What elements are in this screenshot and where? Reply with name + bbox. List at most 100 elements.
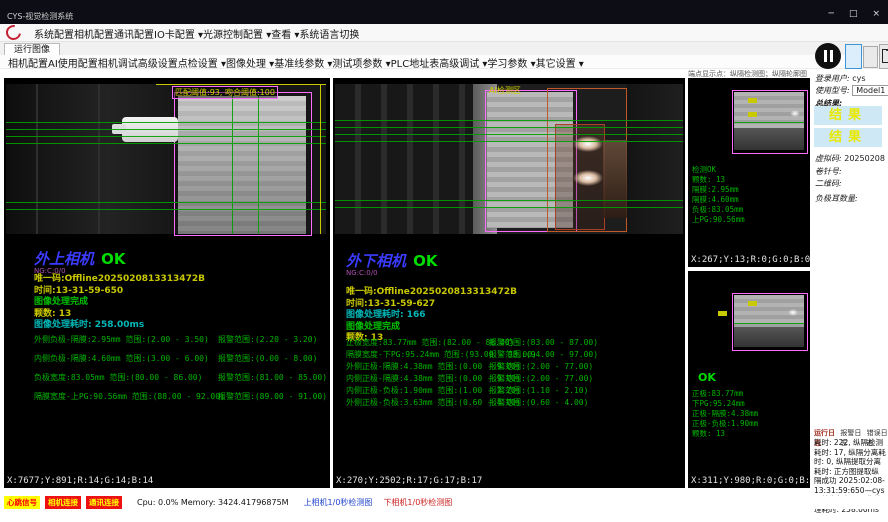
- alarm-range: 报警范围:(0.00 - 8.00): [218, 353, 317, 364]
- aux-result-line: 隔膜:2.95mm: [692, 185, 745, 195]
- measurement-value: 隔膜宽度-上PG:90.56mm 范围:(88.00 - 92.00): [34, 392, 225, 401]
- measure-line-green: [335, 207, 683, 208]
- camera-image-upper[interactable]: 匹配阈值:93, 吻合阈值:100: [6, 84, 326, 234]
- alarm-range: 报警范围:(2.00 - 77.00): [489, 361, 593, 372]
- measurement-row: 正极宽度:83.77mm 范围:(82.00 - 88.00) 报警范围:(83…: [346, 337, 676, 349]
- upper-camera-rate: 上相机1/0秒检测图: [304, 497, 373, 508]
- close-button[interactable]: ×: [872, 9, 880, 19]
- aux-result-line: 颗数: 13: [692, 175, 745, 185]
- measurement-row: 内侧正极-负极:1.90mm 范围:(1.00 - 2.20) 报警范围:(1.…: [346, 385, 676, 397]
- measure-line-green: [335, 120, 683, 121]
- measure-line-green-vertical: [258, 96, 259, 234]
- result-info-line: 时间:13-31-59-627: [346, 299, 517, 311]
- measure-line-green: [335, 134, 683, 135]
- app-logo-icon: [3, 22, 24, 43]
- toolbar-item[interactable]: 测试项参数 ▾: [332, 59, 390, 70]
- login-user-value: cys: [852, 74, 865, 83]
- toolbar-item[interactable]: 其它设置 ▾: [536, 59, 584, 70]
- model-label: 使用型号:: [815, 86, 850, 95]
- menu-bar: 系统配置相机配置通讯配置IO卡配置 ▾光源控制配置 ▾查看 ▾系统语言切换: [0, 24, 888, 42]
- aux-status-ok: OK: [698, 371, 716, 384]
- result-info-line: 颗数: 13: [34, 309, 205, 321]
- aux-view-bottom[interactable]: OK 正极:83.77mm下PG:95.24mm正极-隔膜:4.38mm正极-负…: [688, 271, 810, 488]
- camera-view-lower[interactable]: AI检测区 外下相机 OK NG:C:0/0 唯一码:Offline202502…: [333, 78, 685, 488]
- toolbar-item[interactable]: AI使用配置: [48, 59, 98, 70]
- measurement-value: 内侧负极-隔膜:4.60mm 范围:(3.00 - 6.00): [34, 354, 209, 363]
- result-info-line: 图像处理耗时: 166: [346, 310, 517, 322]
- alarm-range: 报警范围:(1.10 - 2.10): [489, 385, 588, 396]
- menu-item[interactable]: 查看 ▾: [271, 30, 299, 41]
- camera-image-lower[interactable]: AI检测区: [335, 84, 683, 234]
- measure-line-green: [6, 129, 326, 130]
- toolbar-item[interactable]: 点检设置 ▾: [178, 59, 226, 70]
- aux-result-line: 负极:83.05mm: [692, 205, 745, 215]
- minimize-button[interactable]: ─: [829, 9, 834, 19]
- pause-button[interactable]: [815, 43, 841, 69]
- aux-result-line: 下PG:95.24mm: [692, 399, 758, 409]
- aux-view-top[interactable]: 检测OK颗数: 13隔膜:2.95mm隔膜:4.60mm负极:83.05mm上P…: [688, 78, 810, 267]
- window-title: CYS-视觉检测系统: [7, 11, 73, 22]
- qr-code-label: 二维码:: [815, 179, 842, 188]
- alarm-range: 报警范围:(0.60 - 4.00): [489, 397, 588, 408]
- toolbar-item[interactable]: 图像处理 ▾: [226, 59, 274, 70]
- aux-result-line: 隔膜:4.60mm: [692, 195, 745, 205]
- aux-result-line: 上PG:90.56mm: [692, 215, 745, 225]
- menu-item[interactable]: IO卡配置 ▾: [154, 30, 203, 41]
- overlay-tag-yellow: [748, 98, 757, 103]
- toolbar-item[interactable]: 基准线参数 ▾: [274, 59, 332, 70]
- menu-item[interactable]: 通讯配置: [114, 30, 154, 41]
- toolbar-item[interactable]: 相机配置: [8, 59, 48, 70]
- result-info-line: 唯一码:Offline2025020813313472B: [346, 287, 517, 299]
- model-select[interactable]: Model1: [852, 85, 888, 96]
- measurement-row: 内侧正极-隔膜:4.38mm 范围:(0.00 - 9.00) 报警范围:(2.…: [346, 373, 676, 385]
- cursor-coords-aux-bottom: X:311;Y:980;R:0;G:0;B:0: [691, 476, 810, 486]
- needle-number-label: 卷针号:: [815, 167, 842, 176]
- toolbar-item[interactable]: 相机调试: [98, 59, 138, 70]
- exit-button[interactable]: +: [879, 44, 888, 69]
- operator-button[interactable]: [863, 46, 878, 68]
- cpu-memory-readout: Cpu: 0.0% Memory: 3424.41796875M: [137, 498, 289, 507]
- measure-line-green: [335, 200, 683, 201]
- threshold-overlay-label: 匹配阈值:93, 吻合阈值:100: [172, 86, 278, 99]
- toolbar-item[interactable]: 学习参数 ▾: [487, 59, 535, 70]
- user-login-button[interactable]: [845, 44, 862, 69]
- toolbar-item[interactable]: PLC地址表: [391, 59, 440, 70]
- roi-rectangle-magenta: [732, 293, 808, 351]
- measure-line-green: [6, 122, 326, 123]
- status-badge: 心跳信号: [4, 496, 40, 509]
- alarm-range: 报警范围:(81.00 - 85.00): [218, 372, 327, 383]
- login-user-row: 登录用户: cys: [815, 73, 866, 84]
- toolbar-item[interactable]: 高级设置: [138, 59, 178, 70]
- baseline-yellow-vertical: [320, 84, 321, 234]
- control-panel: + 登录用户: cys 使用型号: Model1 总结果: 结果 结果 虚拟码:…: [812, 40, 888, 495]
- camera-view-upper[interactable]: 匹配阈值:93, 吻合阈值:100 外上相机 OK NG:C:0/0 唯一码:O…: [4, 78, 330, 488]
- menu-item[interactable]: 相机配置: [74, 30, 114, 41]
- maximize-button[interactable]: □: [849, 9, 858, 19]
- menu-item[interactable]: 光源控制配置 ▾: [203, 30, 271, 41]
- result-box-upper: 结果: [814, 106, 882, 125]
- result-info-line: 图像处理耗时: 258.00ms: [34, 320, 205, 332]
- virtual-code-label: 虚拟码:: [815, 154, 842, 163]
- toolbar-item[interactable]: 高级调试 ▾: [439, 59, 487, 70]
- virtual-code-row: 虚拟码: 20250208: [815, 153, 885, 164]
- overlay-tag-yellow: [718, 311, 727, 316]
- aux-result-line: 正极-隔膜:4.38mm: [692, 409, 758, 419]
- measure-line-green-vertical: [232, 96, 233, 234]
- status-bar: 心跳信号相机连接通讯连接 Cpu: 0.0% Memory: 3424.4179…: [0, 496, 888, 509]
- result-info-line: 图像处理完成: [346, 322, 517, 334]
- measurement-value: 负极宽度:83.05mm 范围:(80.00 - 86.00): [34, 373, 202, 382]
- menu-item[interactable]: 系统语言切换: [299, 30, 359, 41]
- measure-line-green: [335, 127, 683, 128]
- virtual-code-value: 20250208: [844, 154, 885, 163]
- measurement-row: 内侧负极-隔膜:4.60mm 范围:(3.00 - 6.00) 报警范围:(0.…: [34, 353, 326, 372]
- status-badge: 通讯连接: [86, 496, 122, 509]
- measure-line-green: [6, 202, 326, 203]
- measure-line-green: [6, 209, 326, 210]
- overlay-tag-yellow: [748, 301, 757, 306]
- menu-item[interactable]: 系统配置: [34, 30, 74, 41]
- measurement-row: 外侧正极-负极:3.63mm 范围:(0.60 - 4.00) 报警范围:(0.…: [346, 397, 676, 409]
- machinery-background: [335, 84, 485, 234]
- alarm-range: 报警范围:(2.20 - 3.20): [218, 334, 317, 345]
- alarm-range: 报警范围:(89.00 - 91.00): [218, 391, 327, 402]
- result-status-ok: OK: [413, 252, 437, 270]
